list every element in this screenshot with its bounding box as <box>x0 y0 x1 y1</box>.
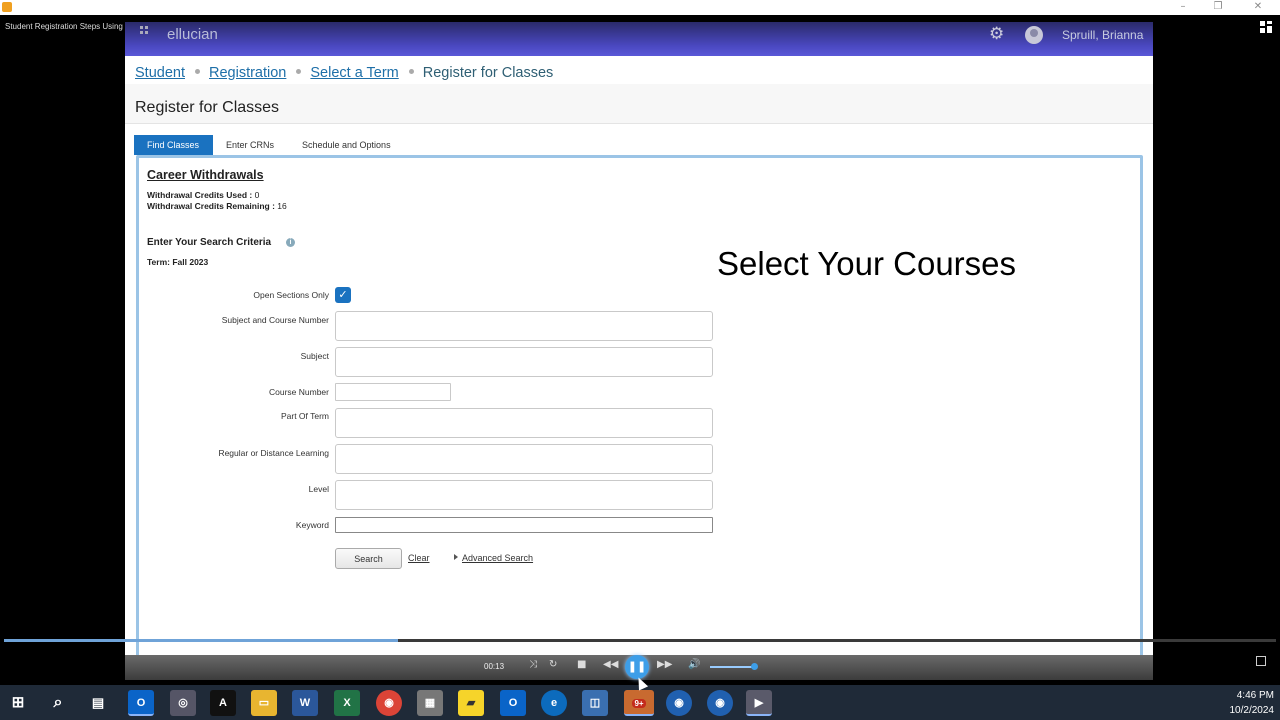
fast-forward-icon[interactable]: ▶▶ <box>657 659 672 670</box>
app-icon-1[interactable]: ◉ <box>666 690 692 716</box>
level-label: Level <box>308 484 329 494</box>
keyword-label: Keyword <box>295 520 329 530</box>
volume-knob[interactable] <box>751 663 758 670</box>
media-player-taskbar-icon[interactable]: ▶ <box>746 690 772 716</box>
restore-icon[interactable]: ❐ <box>1203 0 1233 15</box>
calculator-icon[interactable]: ▦ <box>417 690 443 716</box>
subject-input[interactable] <box>335 347 713 377</box>
volume-slider[interactable] <box>710 666 755 668</box>
media-player-app-icon <box>2 2 12 12</box>
breadcrumb-current: Register for Classes <box>422 65 554 81</box>
ellucian-logo: ellucian <box>167 26 218 43</box>
seek-bar[interactable] <box>4 639 1276 642</box>
minimize-icon[interactable]: – <box>1168 0 1198 15</box>
search-button[interactable]: Search <box>335 548 402 569</box>
withdrawal-remaining: Withdrawal Credits Remaining : 16 <box>147 201 287 211</box>
info-icon[interactable]: i <box>286 238 295 247</box>
search-criteria-title: Enter Your Search Criteria <box>147 237 272 248</box>
course-number-label: Course Number <box>269 387 329 397</box>
part-of-term-label: Part Of Term <box>280 411 329 421</box>
subject-label: Subject <box>300 351 329 361</box>
chrome-icon[interactable]: ◉ <box>376 690 402 716</box>
open-sections-checkbox[interactable]: ✓ <box>335 287 351 303</box>
sticky-notes-icon[interactable]: ▰ <box>458 690 484 716</box>
withdrawal-remaining-value: 16 <box>277 201 287 211</box>
pause-button[interactable]: ❚❚ <box>625 655 649 679</box>
repeat-icon[interactable]: ↻ <box>549 659 557 670</box>
page-header-band <box>125 84 1153 124</box>
subject-course-label: Subject and Course Number <box>221 315 329 325</box>
breadcrumb: Student Registration Select a Term Register… <box>135 65 553 81</box>
breadcrumb-registration[interactable]: Registration <box>209 65 286 81</box>
career-withdrawals-title: Career Withdrawals <box>147 168 264 182</box>
player-window-titlebar: – ❐ ✕ <box>0 0 1280 15</box>
breadcrumb-separator <box>195 69 200 75</box>
excel-icon[interactable]: X <box>334 690 360 716</box>
system-clock[interactable]: 4:46 PM 10/2/2024 <box>1230 688 1275 718</box>
gear-icon[interactable]: ⚙ <box>989 24 1004 44</box>
open-sections-label: Open Sections Only <box>253 290 329 300</box>
outlook-icon[interactable]: O <box>128 690 154 716</box>
tab-schedule-options[interactable]: Schedule and Options <box>289 135 404 155</box>
screen: – ❐ ✕ Student Registration Steps Using B… <box>0 0 1280 720</box>
breadcrumb-student[interactable]: Student <box>135 65 185 81</box>
clock-date: 10/2/2024 <box>1229 705 1275 716</box>
rewind-icon[interactable]: ◀◀ <box>603 659 618 670</box>
search-icon[interactable]: ⌕ <box>45 690 71 716</box>
withdrawal-remaining-label: Withdrawal Credits Remaining : <box>147 201 275 211</box>
page-title: Register for Classes <box>135 99 280 116</box>
volume-icon[interactable]: 🔊 <box>688 659 700 670</box>
distance-learning-input[interactable] <box>335 444 713 474</box>
windows-start-icon[interactable]: ⊞ <box>5 690 31 716</box>
app-header: ellucian ⚙ Spruill, Brianna <box>125 22 1153 56</box>
term-label: Term: Fall 2023 <box>147 257 209 267</box>
file-explorer-icon[interactable]: ▭ <box>251 690 277 716</box>
keyword-input[interactable] <box>335 517 713 533</box>
shuffle-icon[interactable]: ⤨ <box>529 659 537 670</box>
stop-icon[interactable]: ■ <box>577 659 586 670</box>
vpn-icon[interactable]: ◎ <box>170 690 196 716</box>
clock-time: 4:46 PM <box>1236 690 1274 701</box>
clear-link[interactable]: Clear <box>408 553 430 563</box>
user-name[interactable]: Spruill, Brianna <box>1062 28 1143 42</box>
course-number-input[interactable] <box>335 383 451 401</box>
edge-icon[interactable]: e <box>541 690 567 716</box>
breadcrumb-select-term[interactable]: Select a Term <box>310 65 398 81</box>
teams-badge: 9+ <box>632 699 646 708</box>
advanced-search-link[interactable]: Advanced Search <box>462 553 533 563</box>
seek-progress <box>4 639 399 642</box>
fit-screen-icon[interactable] <box>1260 21 1272 33</box>
distance-learning-label: Regular or Distance Learning <box>218 448 329 458</box>
miniplayer-icon[interactable] <box>1256 656 1266 666</box>
breadcrumb-separator <box>296 69 302 75</box>
withdrawal-used-value: 0 <box>254 190 260 200</box>
word-icon[interactable]: W <box>292 690 318 716</box>
outlook-new-icon[interactable]: O <box>500 690 526 716</box>
user-avatar[interactable] <box>1025 26 1043 44</box>
breadcrumb-separator <box>408 69 414 75</box>
app-grid-icon[interactable] <box>140 26 152 38</box>
playback-time: 00:13 <box>484 662 505 671</box>
tab-find-classes[interactable]: Find Classes <box>134 135 213 155</box>
withdrawal-used: Withdrawal Credits Used : 0 <box>147 190 259 200</box>
expand-arrow-icon <box>454 554 458 560</box>
acrobat-icon[interactable]: A <box>210 690 236 716</box>
subject-course-input[interactable] <box>335 311 713 341</box>
store-icon[interactable]: ◫ <box>582 690 608 716</box>
app-icon-2[interactable]: ◉ <box>707 690 733 716</box>
windows-taskbar: ⊞ ⌕ ▤ O ◎ A ▭ W X ◉ ▦ ▰ O e ◫ 9+ ◉ ◉ ▶ <box>0 685 1280 720</box>
video-frame: ellucian ⚙ Spruill, Brianna Student Regis… <box>125 22 1153 680</box>
task-view-icon[interactable]: ▤ <box>85 690 111 716</box>
level-input[interactable] <box>335 480 713 510</box>
video-overlay-caption: Select Your Courses <box>717 245 1017 282</box>
tab-enter-crns[interactable]: Enter CRNs <box>213 135 287 155</box>
withdrawal-used-label: Withdrawal Credits Used : <box>147 190 253 200</box>
close-icon[interactable]: ✕ <box>1243 0 1273 15</box>
teams-icon[interactable]: 9+ <box>624 690 654 716</box>
part-of-term-input[interactable] <box>335 408 713 438</box>
